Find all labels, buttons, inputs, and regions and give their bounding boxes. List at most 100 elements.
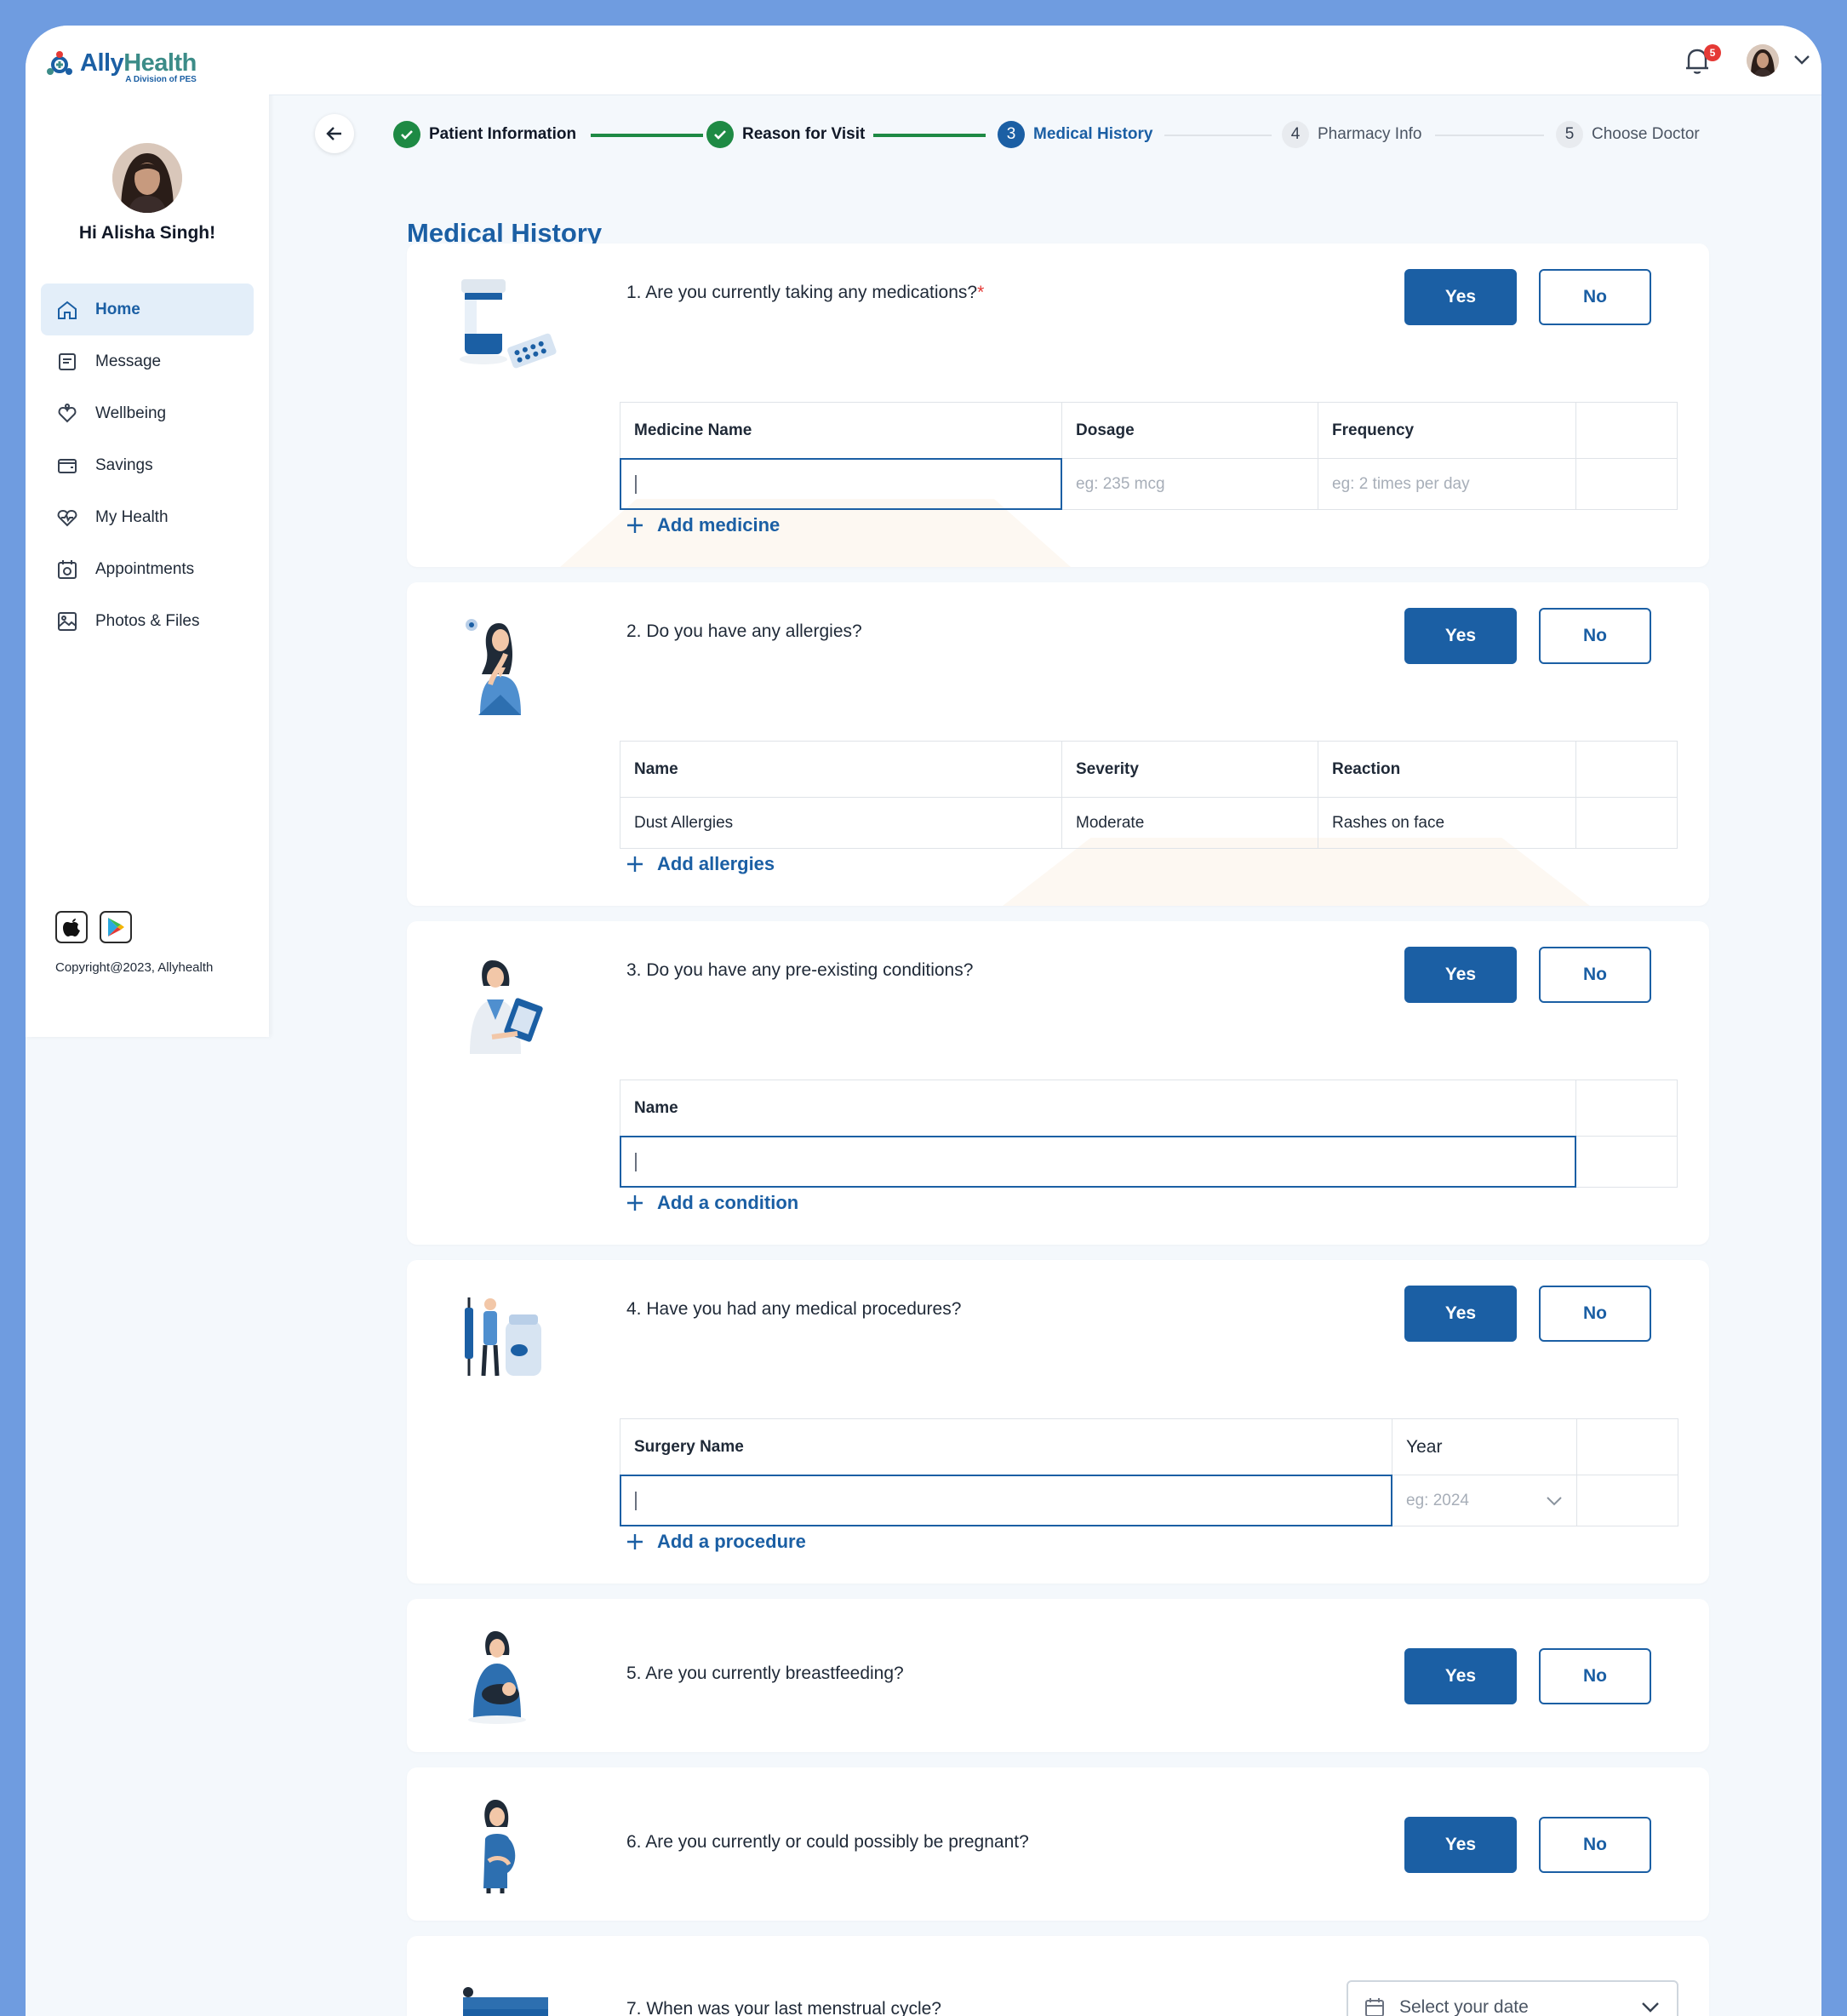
column-header: Reaction [1318,741,1576,798]
sidebar-item-photos-files[interactable]: Photos & Files [41,595,254,647]
sidebar-item-appointments[interactable]: Appointments [41,543,254,595]
no-button[interactable]: No [1539,947,1651,1003]
apple-icon [63,919,80,936]
step-connector [1164,135,1272,136]
vaccine-syringe-icon [465,1297,541,1377]
no-button[interactable]: No [1539,1286,1651,1342]
step-choose-doctor[interactable]: 5 Choose Doctor [1556,121,1700,148]
plus-icon [627,1195,643,1211]
plus-icon [627,518,643,533]
table-row [620,1136,1678,1188]
date-select-placeholder: Select your date [1399,1997,1529,2016]
sidebar-item-label: Message [95,352,162,370]
add-procedure-link[interactable]: Add a procedure [625,1531,806,1553]
question-text: 5. Are you currently breastfeeding? [626,1664,904,1683]
back-button[interactable] [315,114,354,153]
allergy-name-input[interactable]: Dust Allergies [620,797,1062,849]
user-photo-icon [1747,44,1779,77]
notification-count-badge: 5 [1704,44,1721,61]
condition-name-input[interactable] [620,1136,1576,1188]
menstrual-date-select[interactable]: Select your date [1347,1980,1678,2016]
dosage-input[interactable]: eg: 235 mcg [1061,458,1318,510]
reaction-input[interactable]: Rashes on face [1318,797,1576,849]
step-patient-information[interactable]: Patient Information [393,121,576,148]
allergy-person-icon [466,619,521,715]
sidebar-item-savings[interactable]: Savings [41,439,254,491]
question-text: 6. Are you currently or could possibly b… [626,1832,1029,1852]
surgery-name-input[interactable] [620,1475,1392,1526]
yes-button[interactable]: Yes [1404,1817,1517,1873]
procedures-table: Surgery Name Year eg: 2024 [620,1418,1678,1526]
severity-input[interactable]: Moderate [1061,797,1318,849]
breastfeeding-mother-icon [468,1631,526,1724]
sidebar-item-label: My Health [95,507,169,526]
step-medical-history[interactable]: 3 Medical History [998,121,1152,148]
profile-avatar[interactable] [112,143,182,213]
add-condition-label: Add a condition [657,1192,799,1213]
row-action-cell [1575,1136,1678,1188]
add-allergies-link[interactable]: Add allergies [625,853,775,875]
sidebar: AllyHealth A Division of PES Hi Alisha S… [26,26,269,1037]
step-pharmacy-info[interactable]: 4 Pharmacy Info [1282,121,1422,148]
medication-bottle-icon [460,279,557,369]
app-store-links [55,911,132,943]
pregnant-woman-icon [483,1800,516,1893]
column-header: Medicine Name [620,402,1062,459]
add-medicine-link[interactable]: Add medicine [625,514,780,536]
add-condition-link[interactable]: Add a condition [625,1192,798,1214]
chevron-down-icon[interactable] [1793,53,1811,66]
medicine-name-input[interactable] [620,458,1062,510]
text-cursor [635,1491,637,1510]
google-play-button[interactable] [100,911,132,943]
sidebar-nav: Home Message Wellbeing Savings My Health… [41,284,254,647]
yes-button[interactable]: Yes [1404,1286,1517,1342]
no-button[interactable]: No [1539,1648,1651,1704]
question-text: 7. When was your last menstrual cycle? [626,1999,941,2016]
frequency-input[interactable]: eg: 2 times per day [1318,458,1576,510]
sidebar-item-my-health[interactable]: My Health [41,491,254,543]
row-action-cell [1575,458,1678,510]
sidebar-item-label: Wellbeing [95,404,167,422]
yes-button[interactable]: Yes [1404,269,1517,325]
table-header-row: Medicine Name Dosage Frequency [620,402,1678,459]
add-allergies-label: Add allergies [657,853,775,874]
chevron-down-icon [1642,2002,1659,2013]
yes-button[interactable]: Yes [1404,608,1517,664]
no-button[interactable]: No [1539,269,1651,325]
sidebar-item-message[interactable]: Message [41,335,254,387]
google-play-icon [108,918,124,936]
yes-button[interactable]: Yes [1404,1648,1517,1704]
question-card-procedures: 4. Have you had any medical procedures? … [407,1260,1709,1584]
wallet-icon [58,458,77,473]
wellbeing-icon [58,403,77,422]
step-label: Choose Doctor [1592,125,1700,143]
column-header: Name [620,1080,1576,1137]
brand-logo[interactable]: AllyHealth A Division of PES [44,49,197,84]
no-button[interactable]: No [1539,1817,1651,1873]
app-store-button[interactable] [55,911,88,943]
column-header: Dosage [1061,402,1318,459]
profile-photo-icon [112,143,182,213]
arrow-left-icon [326,127,341,140]
user-menu-avatar[interactable] [1747,44,1779,77]
column-header: Name [620,741,1062,798]
plus-icon [627,856,643,872]
copyright-text: Copyright@2023, Allyhealth [55,960,214,975]
no-button[interactable]: No [1539,608,1651,664]
required-marker: * [977,283,985,302]
allergies-table: Name Severity Reaction Dust Allergies Mo… [620,741,1678,849]
step-reason-for-visit[interactable]: Reason for Visit [706,121,865,148]
column-header: Year [1392,1418,1577,1475]
sidebar-item-label: Savings [95,455,153,474]
yes-button[interactable]: Yes [1404,947,1517,1003]
doctor-clipboard-icon [470,960,543,1054]
sidebar-item-wellbeing[interactable]: Wellbeing [41,387,254,439]
step-label: Reason for Visit [742,125,866,143]
column-header-empty [1575,402,1678,459]
sidebar-item-home[interactable]: Home [41,284,254,335]
year-select[interactable]: eg: 2024 [1392,1475,1577,1526]
column-header-empty [1575,1080,1678,1137]
question-text: 1. Are you currently taking any medicati… [626,283,985,302]
table-header-row: Surgery Name Year [620,1418,1678,1475]
plus-icon [627,1534,643,1549]
